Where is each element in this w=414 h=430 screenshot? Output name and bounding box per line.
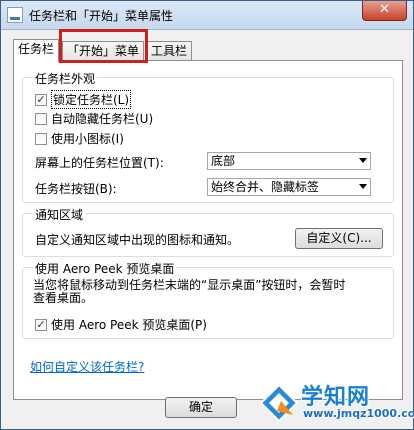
notification-group: 通知区域 自定义通知区域中出现的图标和通知。 自定义(C)... — [22, 206, 394, 257]
lock-taskbar-checkbox[interactable]: ✓ 锁定任务栏(L) — [35, 90, 132, 109]
tab-panel: 任务栏外观 ✓ 锁定任务栏(L) 自动隐藏任务栏(U) 使用小图标(I) 屏幕上… — [13, 60, 403, 400]
checkbox-box — [35, 112, 47, 125]
aero-peek-title: 使用 Aero Peek 预览桌面 — [33, 260, 177, 277]
close-button[interactable]: ✕ — [362, 1, 407, 21]
taskbar-icon — [7, 7, 23, 23]
watermark-logo: 学知网 www.jmqz1000.com — [257, 379, 414, 425]
small-icons-label: 使用小图标(I) — [51, 132, 124, 146]
position-value: 底部 — [211, 154, 236, 168]
window-title: 任务栏和「开始」菜单属性 — [29, 9, 174, 23]
checkmark-icon: ✓ — [35, 92, 47, 106]
lock-taskbar-label: 锁定任务栏(L) — [51, 90, 132, 109]
appearance-title: 任务栏外观 — [33, 70, 98, 87]
title-bar: 任务栏和「开始」菜单属性 ✕ — [1, 1, 413, 30]
use-peek-checkbox[interactable]: ✓ 使用 Aero Peek 预览桌面(P) — [35, 316, 207, 333]
chevron-down-icon — [359, 158, 367, 163]
checkmark-icon: ✓ — [35, 317, 47, 331]
appearance-group: 任务栏外观 ✓ 锁定任务栏(L) 自动隐藏任务栏(U) 使用小图标(I) 屏幕上… — [22, 70, 394, 203]
aero-peek-group: 使用 Aero Peek 预览桌面 当您将鼠标移动到任务栏末端的“显示桌面”按钮… — [22, 260, 394, 339]
highlight-box — [59, 29, 148, 63]
auto-hide-label: 自动隐藏任务栏(U) — [51, 112, 154, 126]
position-select[interactable]: 底部 — [207, 152, 371, 170]
properties-window: 任务栏和「开始」菜单属性 ✕ 任务栏 「开始」菜单 工具栏 任务栏外观 ✓ 锁定… — [0, 0, 414, 430]
watermark-url: www.jmqz1000.com — [303, 407, 414, 420]
aero-peek-desc-line2: 查看桌面。 — [33, 291, 94, 305]
notification-text: 自定义通知区域中出现的图标和通知。 — [35, 233, 240, 247]
small-icons-checkbox[interactable]: 使用小图标(I) — [35, 130, 124, 147]
position-label: 屏幕上的任务栏位置(T): — [35, 156, 164, 170]
buttons-label: 任务栏按钮(B): — [35, 182, 117, 196]
tab-toolbars[interactable]: 工具栏 — [146, 41, 193, 61]
buttons-value: 始终合并、隐藏标签 — [211, 180, 320, 194]
auto-hide-checkbox[interactable]: 自动隐藏任务栏(U) — [35, 110, 153, 127]
tab-taskbar[interactable]: 任务栏 — [13, 39, 60, 62]
customize-button[interactable]: 自定义(C)... — [295, 228, 383, 249]
use-peek-label: 使用 Aero Peek 预览桌面(P) — [51, 318, 207, 332]
notification-title: 通知区域 — [33, 206, 86, 223]
buttons-select[interactable]: 始终合并、隐藏标签 — [207, 178, 371, 196]
logo-icon — [259, 383, 299, 423]
checkbox-box — [35, 132, 47, 145]
help-link[interactable]: 如何自定义该任务栏? — [30, 358, 144, 375]
chevron-down-icon — [359, 184, 367, 189]
ok-button[interactable]: 确定 — [165, 397, 237, 418]
